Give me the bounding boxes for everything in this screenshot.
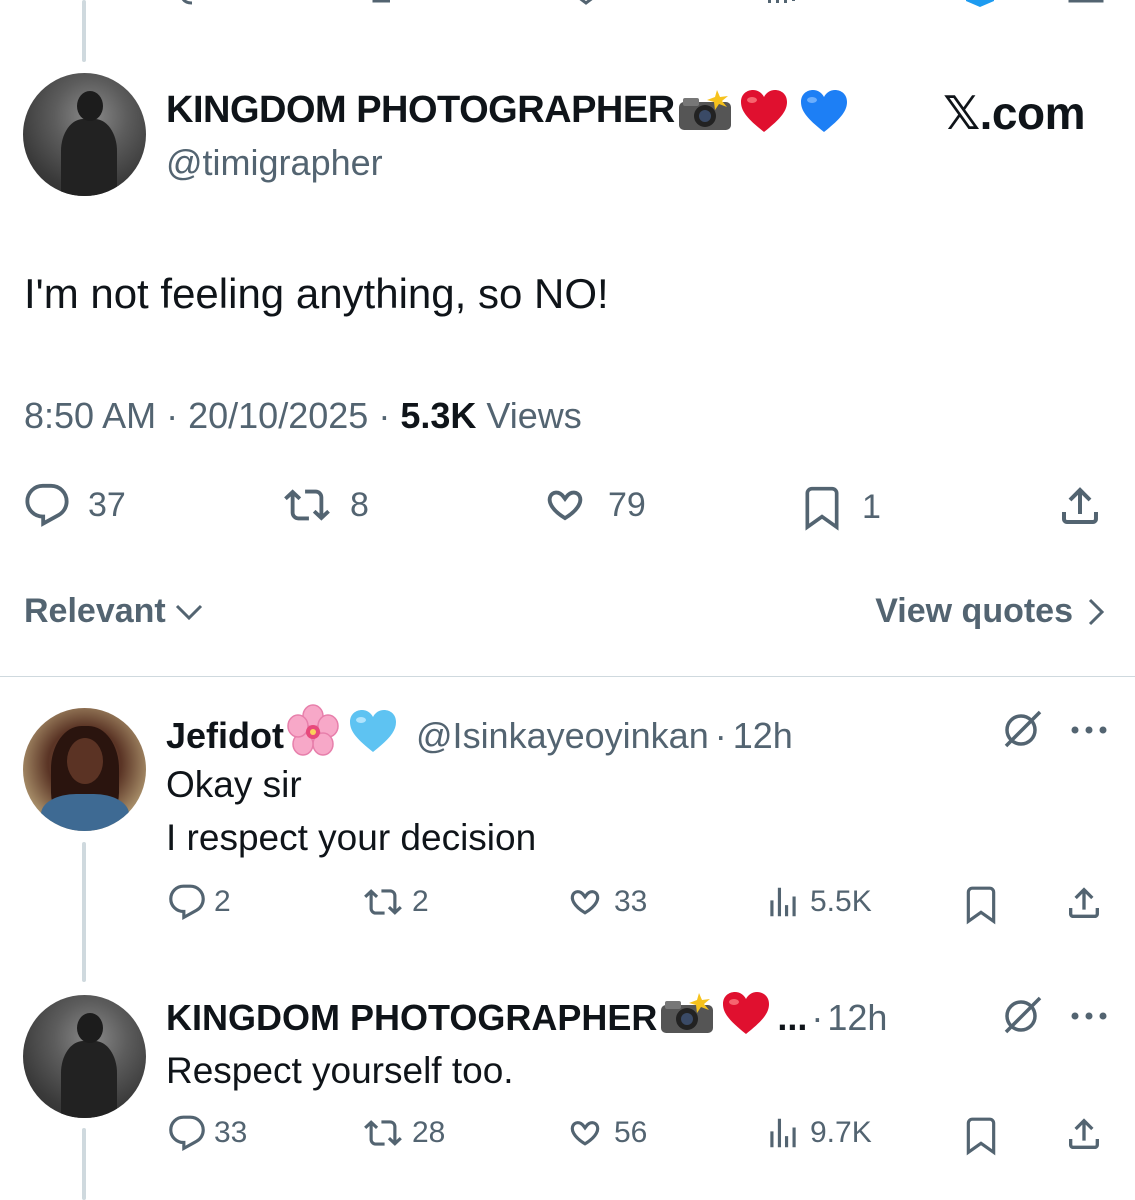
- sort-label: Relevant: [24, 592, 166, 630]
- repost-icon[interactable]: [370, 0, 410, 4]
- author-handle[interactable]: @timigrapher: [166, 142, 383, 184]
- bookmark-count: 1: [862, 487, 881, 526]
- heart-icon: [547, 490, 583, 521]
- reply-author-name[interactable]: Jefidot: [166, 715, 284, 757]
- views-count: 9.7K: [810, 1116, 872, 1149]
- tweet-meta: 8:50 AM · 20/10/2025 · 5.3K Views: [24, 395, 582, 436]
- views-icon: [770, 1118, 796, 1148]
- share-icon[interactable]: [1068, 0, 1104, 4]
- views-label: Views: [486, 395, 582, 436]
- chevron-down-icon: [175, 604, 202, 620]
- view-quotes-label: View quotes: [875, 592, 1073, 630]
- like-count: 56: [614, 1116, 648, 1149]
- name-truncation: ...: [777, 996, 808, 1038]
- reply-count: 37: [88, 485, 126, 524]
- bookmark-button[interactable]: 1: [800, 482, 881, 532]
- views-button[interactable]: 9.7K: [764, 1114, 872, 1152]
- share-icon: [1069, 887, 1099, 918]
- divider: [0, 676, 1135, 677]
- x-com-watermark: 𝕏.com: [943, 87, 1085, 139]
- reply-actions: 33 28 56 9.7K: [0, 1114, 1135, 1164]
- repost-button[interactable]: 2: [362, 883, 429, 921]
- views-count: 5.5K: [810, 885, 872, 918]
- share-button[interactable]: [1064, 1114, 1104, 1154]
- red-heart-icon: [739, 88, 789, 136]
- more-options-icon[interactable]: [1070, 722, 1108, 740]
- reply-text-line: Okay sir: [166, 764, 302, 805]
- repost-count: 28: [412, 1116, 446, 1149]
- repost-button[interactable]: 28: [362, 1114, 445, 1152]
- reply-count: 2: [214, 885, 231, 918]
- like-button[interactable]: 33: [564, 883, 647, 921]
- bookmark-button[interactable]: [962, 1114, 1000, 1156]
- share-button[interactable]: [1056, 482, 1104, 530]
- thread-connector-top: [82, 0, 86, 62]
- reply-button[interactable]: 37: [24, 482, 126, 528]
- share-button[interactable]: [1064, 883, 1104, 923]
- like-button[interactable]: 79: [540, 482, 646, 528]
- reply-icon[interactable]: [180, 0, 202, 5]
- tweet-time[interactable]: 8:50 AM: [24, 395, 156, 436]
- reply-button[interactable]: 33: [168, 1114, 247, 1152]
- reply-icon: [169, 1115, 205, 1152]
- bookmark-button[interactable]: [962, 883, 1000, 925]
- reply-time[interactable]: 12h: [827, 997, 887, 1039]
- share-icon: [1062, 487, 1098, 524]
- avatar[interactable]: [23, 708, 146, 831]
- avatar[interactable]: [23, 995, 146, 1118]
- more-options-icon[interactable]: [1070, 1008, 1108, 1026]
- sort-dropdown[interactable]: Relevant: [24, 592, 204, 631]
- reply-text: Respect yourself too.: [166, 1050, 514, 1091]
- repost-count: 8: [350, 485, 369, 524]
- reply-time[interactable]: 12h: [733, 715, 793, 757]
- views-icon[interactable]: [766, 0, 796, 4]
- share-icon: [1069, 1118, 1099, 1149]
- reply-author-name[interactable]: KINGDOM PHOTOGRAPHER: [166, 997, 657, 1039]
- like-button[interactable]: 56: [564, 1114, 647, 1152]
- reply-icon: [25, 483, 69, 527]
- reply-text: Okay sir I respect your decision: [166, 758, 536, 864]
- grok-icon[interactable]: [1000, 992, 1046, 1043]
- blue-heart-icon: [799, 88, 849, 136]
- tweet-actions: 37 8 79 1: [0, 478, 1135, 538]
- reply-count: 33: [214, 1116, 248, 1149]
- views-icon: [770, 887, 796, 917]
- heart-icon: [570, 890, 600, 915]
- views-count: 5.3K: [400, 395, 477, 436]
- bookmark-icon: [966, 886, 996, 925]
- repost-icon: [364, 889, 402, 915]
- reply-icon: [169, 884, 205, 921]
- camera-flash-emoji: [659, 991, 715, 1044]
- views-button[interactable]: 5.5K: [764, 883, 872, 921]
- author-name[interactable]: KINGDOM PHOTOGRAPHER: [166, 88, 849, 136]
- heart-icon: [570, 1121, 600, 1146]
- reply-actions: 2 2 33 5.5K: [0, 883, 1135, 933]
- bookmark-icon: [966, 1117, 996, 1156]
- like-icon[interactable]: [576, 0, 596, 5]
- repost-icon: [284, 489, 330, 521]
- repost-button[interactable]: 8: [282, 482, 369, 528]
- like-count: 79: [608, 485, 646, 524]
- tweet-date[interactable]: 20/10/2025: [188, 395, 368, 436]
- bookmark-filled-icon[interactable]: [964, 0, 996, 7]
- reply-text-line: I respect your decision: [166, 817, 537, 858]
- previous-tweet-actions-cutoff: [0, 0, 1135, 10]
- bookmark-icon: [805, 486, 839, 531]
- avatar[interactable]: [23, 73, 146, 196]
- view-quotes-link[interactable]: View quotes: [875, 592, 1105, 631]
- like-count: 33: [614, 885, 648, 918]
- light-blue-heart-icon: [348, 708, 398, 763]
- reply-author-handle[interactable]: @Isinkayeoyinkan: [416, 715, 709, 757]
- reply-header: KINGDOM PHOTOGRAPHER ... · 12h: [166, 990, 887, 1045]
- chevron-right-icon: [1088, 598, 1105, 625]
- tweet-text: I'm not feeling anything, so NO!: [24, 270, 609, 317]
- repost-icon: [364, 1120, 402, 1146]
- grok-icon[interactable]: [1000, 706, 1046, 757]
- reply-button[interactable]: 2: [168, 883, 231, 921]
- camera-flash-emoji: [677, 88, 733, 136]
- repost-count: 2: [412, 885, 429, 918]
- red-heart-icon: [721, 990, 771, 1045]
